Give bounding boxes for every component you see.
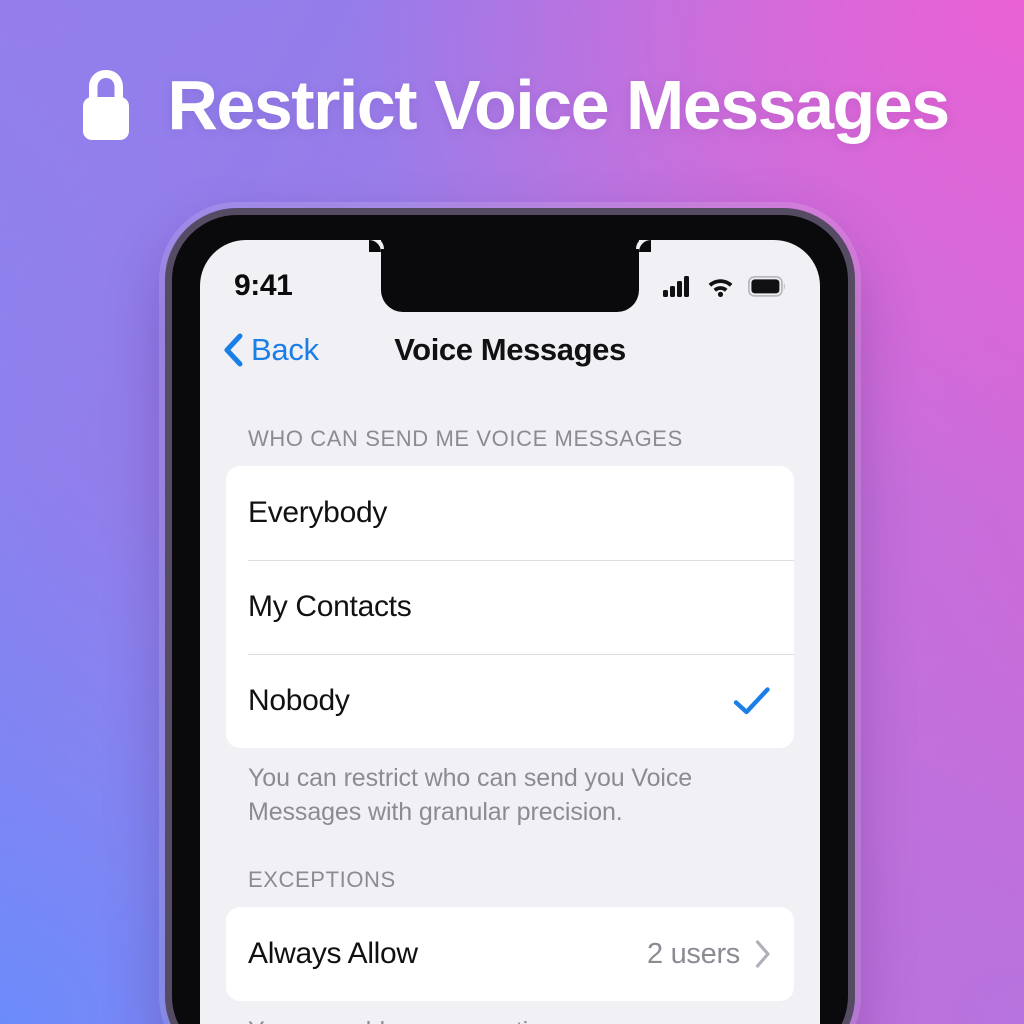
section-header-exceptions: EXCEPTIONS: [248, 867, 396, 892]
cellular-signal-icon: [663, 276, 689, 297]
section-footer-exceptions: You can add users or entire groups as ex…: [226, 1001, 794, 1024]
option-label: My Contacts: [248, 590, 412, 623]
lock-icon: [83, 70, 130, 140]
status-icons: [663, 255, 786, 297]
checkmark-icon: [733, 687, 770, 715]
option-row-nobody[interactable]: Nobody: [226, 654, 794, 748]
option-row-my-contacts[interactable]: My Contacts: [226, 560, 794, 654]
back-button-label: Back: [251, 332, 319, 367]
status-time: 9:41: [234, 269, 293, 302]
status-bar: 9:41: [200, 240, 820, 312]
banner-title: Restrict Voice Messages: [167, 66, 950, 144]
exceptions-card: Always Allow 2 users: [226, 907, 794, 1001]
navigation-bar: Back Voice Messages: [200, 312, 820, 388]
option-row-everybody[interactable]: Everybody: [226, 466, 794, 560]
section-footer-recipients: You can restrict who can send you Voice …: [248, 764, 693, 826]
banner-headline: Restrict Voice Messages: [0, 66, 1024, 144]
option-label: Nobody: [248, 684, 350, 717]
exception-value: 2 users: [647, 937, 740, 970]
exception-row-always-allow[interactable]: Always Allow 2 users: [226, 907, 794, 1001]
chevron-right-icon: [755, 940, 770, 968]
recipients-card: Everybody My Contacts Nobody: [226, 466, 794, 748]
phone-screen: 9:41 Back Voice Messages WHO CAN SEND ME…: [200, 240, 820, 1024]
battery-icon: [748, 275, 785, 297]
settings-content: WHO CAN SEND ME VOICE MESSAGES Everybody…: [200, 388, 820, 1024]
exception-label: Always Allow: [248, 937, 418, 970]
option-label: Everybody: [248, 496, 388, 529]
back-button[interactable]: Back: [222, 332, 319, 368]
section-header-recipients: WHO CAN SEND ME VOICE MESSAGES: [248, 426, 683, 451]
phone-frame: 9:41 Back Voice Messages WHO CAN SEND ME…: [165, 208, 855, 1024]
chevron-left-icon: [224, 333, 243, 367]
wifi-icon: [708, 279, 733, 297]
